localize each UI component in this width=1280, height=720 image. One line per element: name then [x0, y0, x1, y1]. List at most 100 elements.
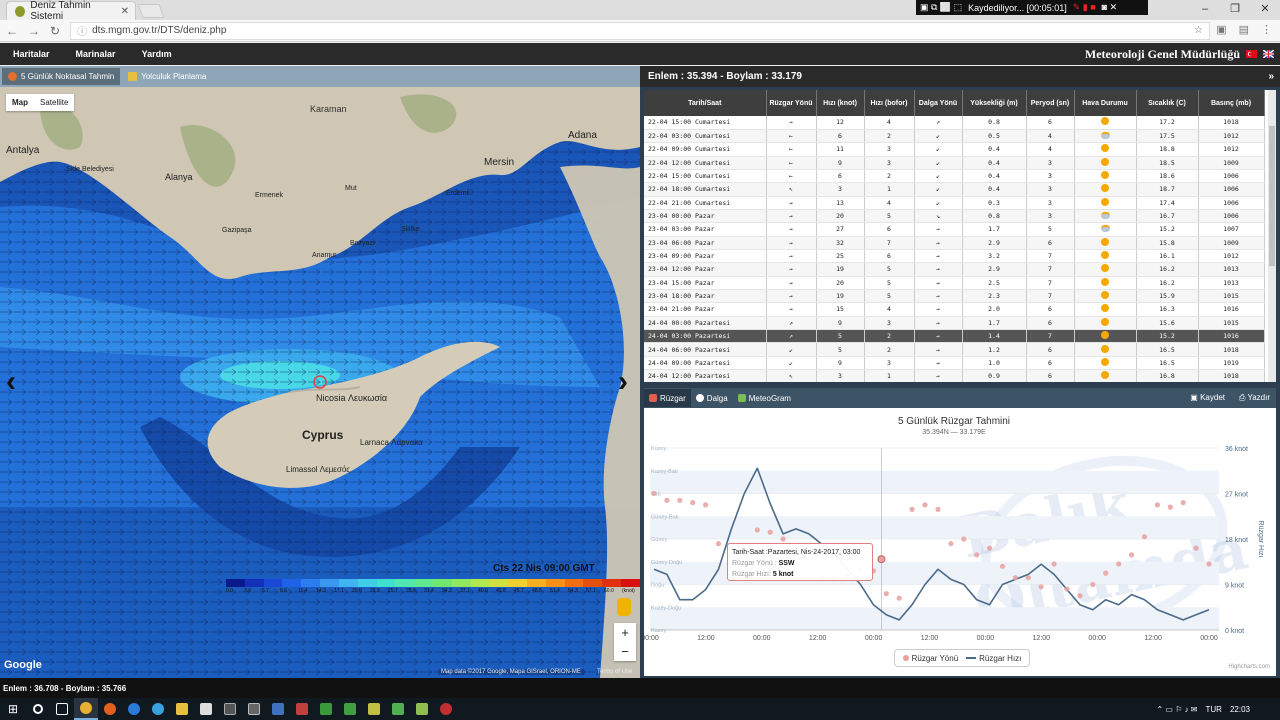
legend-item-speed[interactable]: Rüzgar Hızı [966, 654, 1021, 663]
column-header[interactable]: Dalga Yönü [914, 90, 963, 116]
close-window-icon[interactable]: ✕ [1250, 0, 1280, 20]
table-row[interactable]: 22-04 21:00 Cumartesi → 13 4 ↙ 0.3 3 17.4 1006 [644, 196, 1265, 210]
column-header[interactable]: Tarih/Saat [644, 90, 767, 116]
browser-tab[interactable]: Deniz Tahmin Sistemi ✕ [6, 0, 136, 22]
column-header[interactable]: Hızı (knot) [816, 90, 865, 116]
table-row[interactable]: 24-04 09:00 Pazartesi ↙ 9 3 → 1.0 6 16.5 1019 [644, 356, 1265, 371]
table-row[interactable]: 24-04 03:00 Pazartesi ↗ 5 2 → 1.4 7 15.2 1016 [644, 329, 1265, 344]
table-row[interactable]: 22-04 12:00 Cumartesi ← 9 3 ↙ 0.4 3 18.5 1009 [644, 156, 1265, 170]
windows-start-icon[interactable]: ⊞ [0, 702, 26, 716]
map-type-map[interactable]: Map [6, 94, 34, 111]
zoom-out-button[interactable]: − [614, 642, 636, 661]
wind-map[interactable]: Karaman Antalya Side Belediyesi Alanya M… [0, 87, 640, 678]
extension-icon[interactable]: ▤ [1239, 23, 1249, 36]
ie-icon[interactable] [146, 698, 170, 720]
tab-wave-chart[interactable]: Dalga [691, 389, 733, 407]
menu-yardim[interactable]: Yardım [129, 49, 185, 59]
tab-wind-chart[interactable]: Rüzgar [644, 389, 691, 407]
app-icon[interactable] [266, 698, 290, 720]
close-tab-icon[interactable]: ✕ [121, 6, 129, 17]
menu-marinalar[interactable]: Marinalar [63, 49, 129, 59]
turkish-flag-icon[interactable] [1246, 50, 1257, 58]
table-row[interactable]: 24-04 12:00 Pazartesi ↖ 3 1 → 0.9 6 16.8 1018 [644, 369, 1265, 382]
firefox-icon[interactable] [98, 698, 122, 720]
explorer-icon[interactable] [170, 698, 194, 720]
highcharts-credit[interactable]: Highcharts.com [1228, 664, 1270, 670]
map-type-satellite[interactable]: Satellite [34, 94, 74, 111]
edge-icon[interactable] [122, 698, 146, 720]
app-icon[interactable] [410, 698, 434, 720]
record-icon[interactable]: ✎ ▮ ■ [1073, 2, 1096, 13]
camera-icon[interactable]: ◙ ✕ [1102, 2, 1117, 13]
page-info-icon[interactable]: ⓘ [77, 23, 87, 38]
tab-meteogram[interactable]: MeteoGram [733, 389, 796, 407]
print-button[interactable]: ⎙ Yazdır [1239, 393, 1270, 403]
expand-icon[interactable]: » [1268, 71, 1274, 82]
menu-icon[interactable]: ⋮ [1261, 23, 1272, 36]
reload-icon[interactable]: ↻ [50, 24, 60, 38]
task-view-icon[interactable] [50, 698, 74, 720]
column-header[interactable]: Rüzgar Yönü [766, 90, 817, 116]
table-row[interactable]: 22-04 03:00 Cumartesi ← 6 2 ↙ 0.5 4 17.5 1012 [644, 129, 1265, 144]
table-row[interactable]: 23-04 21:00 Pazar → 15 4 → 2.0 6 16.3 1016 [644, 302, 1265, 317]
table-row[interactable]: 24-04 06:00 Pazartesi ↙ 5 2 → 1.2 6 16.5 1018 [644, 342, 1265, 357]
clock[interactable]: 22:03 [1230, 705, 1250, 714]
column-header[interactable]: Basınç (mb) [1198, 90, 1265, 116]
table-row[interactable]: 23-04 06:00 Pazar → 32 7 → 2.9 6 15.8 1009 [644, 236, 1265, 250]
app-icon[interactable] [434, 698, 458, 720]
minimize-icon[interactable]: – [1190, 0, 1220, 20]
uk-flag-icon[interactable] [1263, 50, 1274, 58]
street-view-pegman-icon[interactable] [617, 598, 631, 616]
column-header[interactable]: Sıcaklık (C) [1136, 90, 1199, 116]
app-icon[interactable] [242, 698, 266, 720]
terms-link[interactable]: Terms of Use [597, 669, 632, 675]
table-row[interactable]: 23-04 00:00 Pazar → 20 5 ↘ 0.8 3 16.7 1006 [644, 209, 1265, 224]
maximize-icon[interactable]: ❐ [1220, 0, 1250, 20]
wind-chart[interactable]: Balık Oltamda KuzeyKuzey-DoğuDoğuGüney-D… [644, 408, 1276, 676]
app-icon[interactable] [194, 698, 218, 720]
table-row[interactable]: 22-04 09:00 Cumartesi ← 11 3 ↙ 0.4 4 18.8 1012 [644, 142, 1265, 157]
language-indicator[interactable]: TUR [1206, 705, 1222, 714]
table-row[interactable]: 23-04 12:00 Pazar → 19 5 → 2.9 7 16.2 1013 [644, 262, 1265, 277]
chrome-icon[interactable] [74, 698, 98, 720]
table-row[interactable]: 23-04 15:00 Pazar → 20 5 → 2.5 7 16.2 1013 [644, 276, 1265, 290]
column-header[interactable]: Yüksekliği (m) [962, 90, 1027, 116]
table-row[interactable]: 22-04 15:00 Cumartesi → 12 4 ↗ 0.8 6 17.2 1018 [644, 116, 1265, 130]
url-field[interactable]: ⓘ dts.mgm.gov.tr/DTS/deniz.php ☆ [70, 21, 1210, 40]
prev-time-icon[interactable]: ‹ [6, 365, 16, 399]
menu-haritalar[interactable]: Haritalar [0, 49, 63, 59]
table-row[interactable]: 22-04 18:00 Cumartesi ↖ 3 1 ↙ 0.4 3 18.7 1006 [644, 182, 1265, 197]
forecast-table-wrap[interactable]: Tarih/Saat Rüzgar Yönü Hızı (knot) Hızı (bo… [644, 90, 1268, 382]
sunny-icon [1101, 304, 1109, 313]
tab-route-planning[interactable]: Yolculuk Planlama [122, 68, 212, 85]
scrollbar-thumb[interactable] [1269, 126, 1275, 266]
search-icon[interactable] [26, 698, 50, 720]
legend-item-direction[interactable]: Rüzgar Yönü [902, 654, 958, 663]
next-time-icon[interactable]: › [618, 365, 628, 399]
bookmark-star-icon[interactable]: ☆ [1194, 25, 1203, 36]
table-row[interactable]: 24-04 00:00 Pazartesi ↗ 9 3 → 1.7 6 15.6 1015 [644, 316, 1265, 331]
column-header[interactable]: Hızı (bofor) [864, 90, 915, 116]
app-icon[interactable] [362, 698, 386, 720]
extension-icon[interactable]: ▣ [1216, 23, 1226, 36]
chart-svg[interactable]: Kuzey Kuzey-Doğu Doğu Güney-Doğu Güney Güney-… [644, 408, 1276, 676]
app-icon[interactable] [218, 698, 242, 720]
back-icon[interactable]: ← [6, 24, 18, 38]
table-row[interactable]: 23-04 03:00 Pazar → 27 6 → 1.7 5 15.2 1007 [644, 222, 1265, 237]
tray-icons[interactable]: ⌃ ▭ ⚐ ♪ ✉ [1156, 705, 1197, 714]
save-button[interactable]: ▣ Kaydet [1190, 393, 1225, 403]
forward-icon[interactable]: → [28, 24, 40, 38]
app-icon[interactable] [338, 698, 362, 720]
app-icon[interactable] [386, 698, 410, 720]
table-row[interactable]: 23-04 18:00 Pazar → 19 5 → 2.3 7 15.9 1015 [644, 289, 1265, 304]
table-scrollbar[interactable] [1268, 90, 1276, 382]
table-row[interactable]: 23-04 09:00 Pazar → 25 6 → 3.2 7 16.1 1012 [644, 249, 1265, 264]
app-icon[interactable] [290, 698, 314, 720]
app-icon[interactable] [314, 698, 338, 720]
tab-point-forecast[interactable]: 5 Günlük Noktasal Tahmin [2, 68, 121, 85]
column-header[interactable]: Hava Durumu [1074, 90, 1137, 116]
new-tab-button[interactable] [137, 4, 165, 18]
zoom-in-button[interactable]: + [614, 623, 636, 642]
column-header[interactable]: Peryod (sn) [1026, 90, 1075, 116]
table-row[interactable]: 22-04 15:00 Cumartesi ← 6 2 ↙ 0.4 3 18.6 1006 [644, 169, 1265, 184]
